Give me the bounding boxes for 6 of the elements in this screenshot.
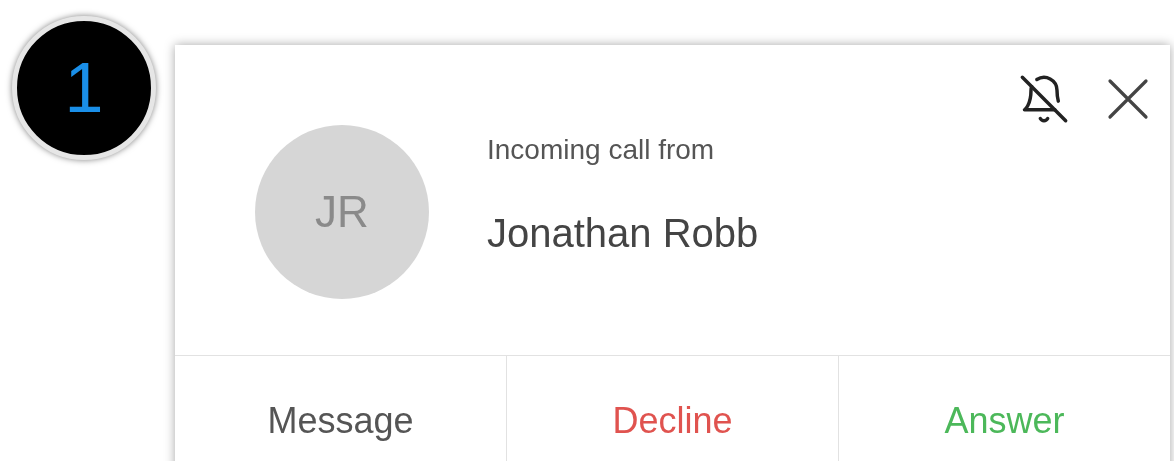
action-button[interactable]: Answer (838, 356, 1170, 461)
avatar: JR (255, 125, 429, 299)
step-badge: 1 (12, 16, 156, 160)
bell-off-icon[interactable] (1018, 73, 1070, 125)
caller-name: Jonathan Robb (487, 210, 759, 257)
caption: Incoming call from (487, 133, 716, 167)
